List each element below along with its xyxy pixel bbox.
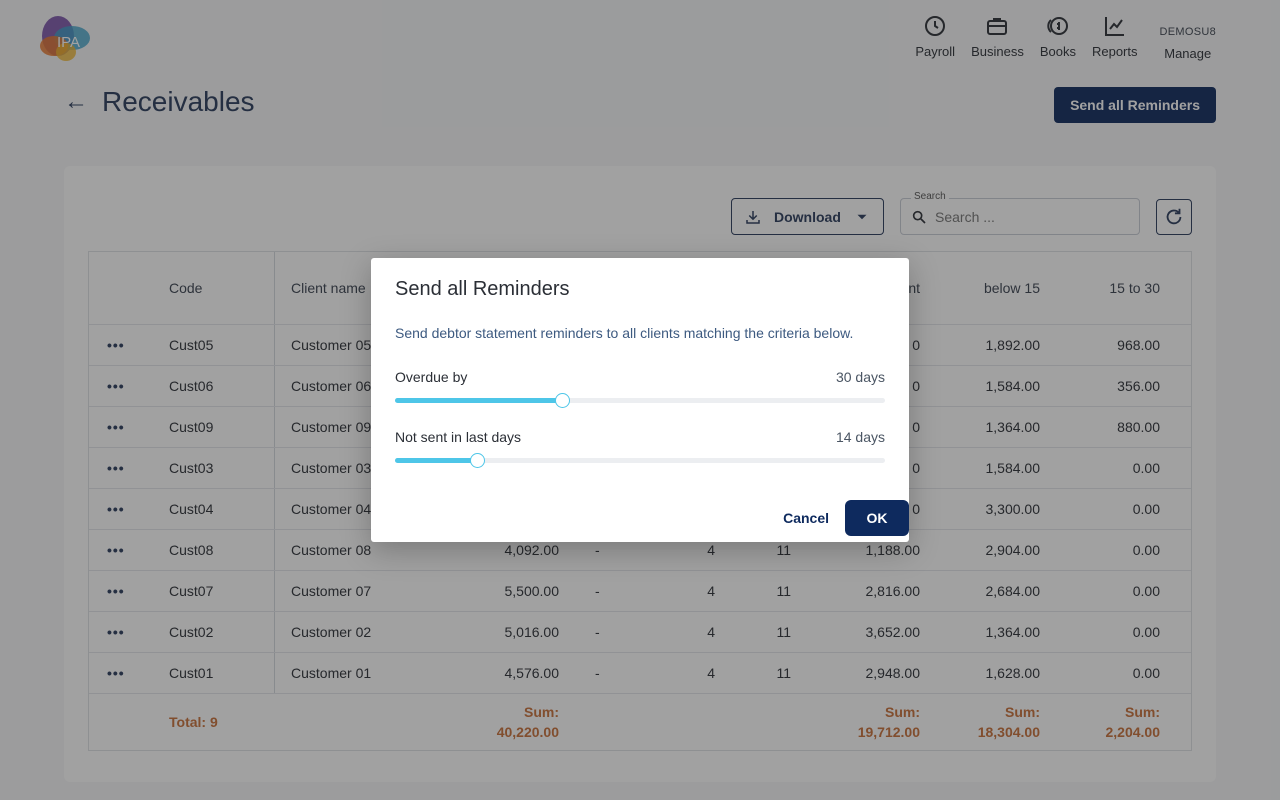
overdue-label: Overdue by: [395, 369, 468, 385]
not-sent-slider-thumb[interactable]: [469, 453, 485, 468]
not-sent-slider-fill: [395, 458, 477, 463]
dialog-description: Send debtor statement reminders to all c…: [395, 325, 854, 341]
overdue-value: 30 days: [835, 369, 885, 385]
not-sent-label: Not sent in last days: [395, 429, 522, 445]
dialog-title: Send all Reminders: [395, 278, 570, 300]
ok-button[interactable]: OK: [845, 500, 909, 536]
cancel-button[interactable]: Cancel: [783, 510, 829, 526]
dialog-buttons: Cancel OK: [783, 500, 909, 536]
overdue-slider-thumb[interactable]: [554, 393, 570, 408]
overdue-slider-fill: [395, 398, 562, 403]
overdue-slider[interactable]: [395, 393, 885, 408]
overdue-slider-row: Overdue by 30 days: [395, 369, 885, 408]
not-sent-slider[interactable]: [395, 453, 885, 468]
send-reminders-dialog: Send all Reminders Send debtor statement…: [371, 258, 909, 542]
not-sent-value: 14 days: [835, 429, 885, 445]
not-sent-slider-row: Not sent in last days 14 days: [395, 429, 885, 468]
